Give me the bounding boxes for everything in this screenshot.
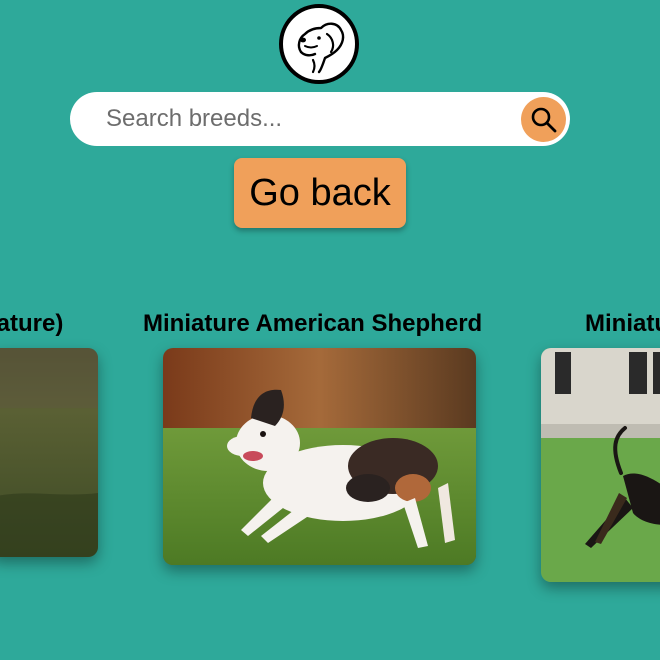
search-button[interactable]: [521, 97, 566, 142]
search-bar: [70, 92, 570, 146]
breed-photo: [163, 348, 476, 565]
breed-card-title[interactable]: iature): [0, 310, 63, 338]
breed-card-image[interactable]: [163, 348, 476, 565]
breed-card-image[interactable]: [0, 348, 98, 557]
breed-card-image[interactable]: [541, 348, 660, 582]
go-back-button[interactable]: Go back: [234, 158, 406, 228]
dog-logo-icon: [279, 4, 359, 84]
breed-card-title[interactable]: Miniatu: [585, 310, 660, 338]
search-icon: [531, 107, 556, 132]
breed-photo: [0, 348, 98, 557]
dog-head-icon: [297, 22, 345, 74]
breed-photo: [541, 348, 660, 582]
search-input[interactable]: [98, 101, 516, 137]
breed-card-title[interactable]: Miniature American Shepherd: [143, 310, 482, 338]
